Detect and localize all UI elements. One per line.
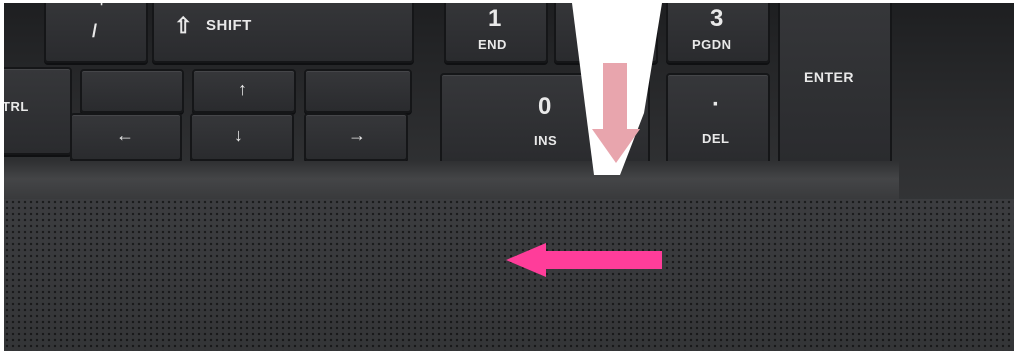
numpad-1-number: 1 <box>488 5 502 32</box>
numpad-dot-label: DEL <box>702 131 730 146</box>
blank-key-left[interactable] <box>80 69 184 113</box>
numpad-1-key[interactable]: 1 END <box>444 3 548 63</box>
keyboard-ledge <box>4 161 899 203</box>
pink-down-arrow-icon <box>592 63 640 163</box>
laptop-photo: ' / ⇧ SHIFT 1 END 3 PGDN TRL ↑ ← ↓ → 0 I… <box>4 3 1014 351</box>
arrow-down-icon: ↓ <box>234 125 243 145</box>
arrow-up-icon: ↑ <box>238 79 247 99</box>
ctrl-key[interactable]: TRL <box>4 67 72 155</box>
blank-key-right[interactable] <box>304 69 412 113</box>
arrow-up-key[interactable]: ↑ <box>192 69 296 113</box>
backslash-glyph: / <box>92 21 98 41</box>
numpad-dot-number: · <box>712 91 720 118</box>
shift-arrow-icon: ⇧ <box>174 13 193 38</box>
enter-key[interactable]: ENTER <box>778 3 892 165</box>
numpad-dot-key[interactable]: · DEL <box>666 73 770 165</box>
enter-label: ENTER <box>804 69 854 85</box>
pink-left-arrow-icon <box>506 243 662 277</box>
backslash-key[interactable]: ' / <box>44 3 148 63</box>
arrow-right-key[interactable]: → <box>304 113 408 161</box>
arrow-down-key[interactable]: ↓ <box>190 113 294 161</box>
numpad-3-label: PGDN <box>692 37 732 52</box>
numpad-3-number: 3 <box>710 5 724 32</box>
numpad-0-number: 0 <box>538 93 552 120</box>
shift-label: SHIFT <box>206 17 252 34</box>
arrow-left-icon: ← <box>116 125 134 145</box>
numpad-0-label: INS <box>534 133 558 148</box>
numpad-3-key[interactable]: 3 PGDN <box>666 3 770 63</box>
ctrl-label: TRL <box>4 99 29 114</box>
shift-key[interactable]: ⇧ SHIFT <box>152 3 414 63</box>
arrow-left-key[interactable]: ← <box>70 113 182 161</box>
arrow-right-icon: → <box>348 125 366 145</box>
backslash-top-label: ' <box>100 3 104 14</box>
numpad-1-label: END <box>478 37 507 52</box>
